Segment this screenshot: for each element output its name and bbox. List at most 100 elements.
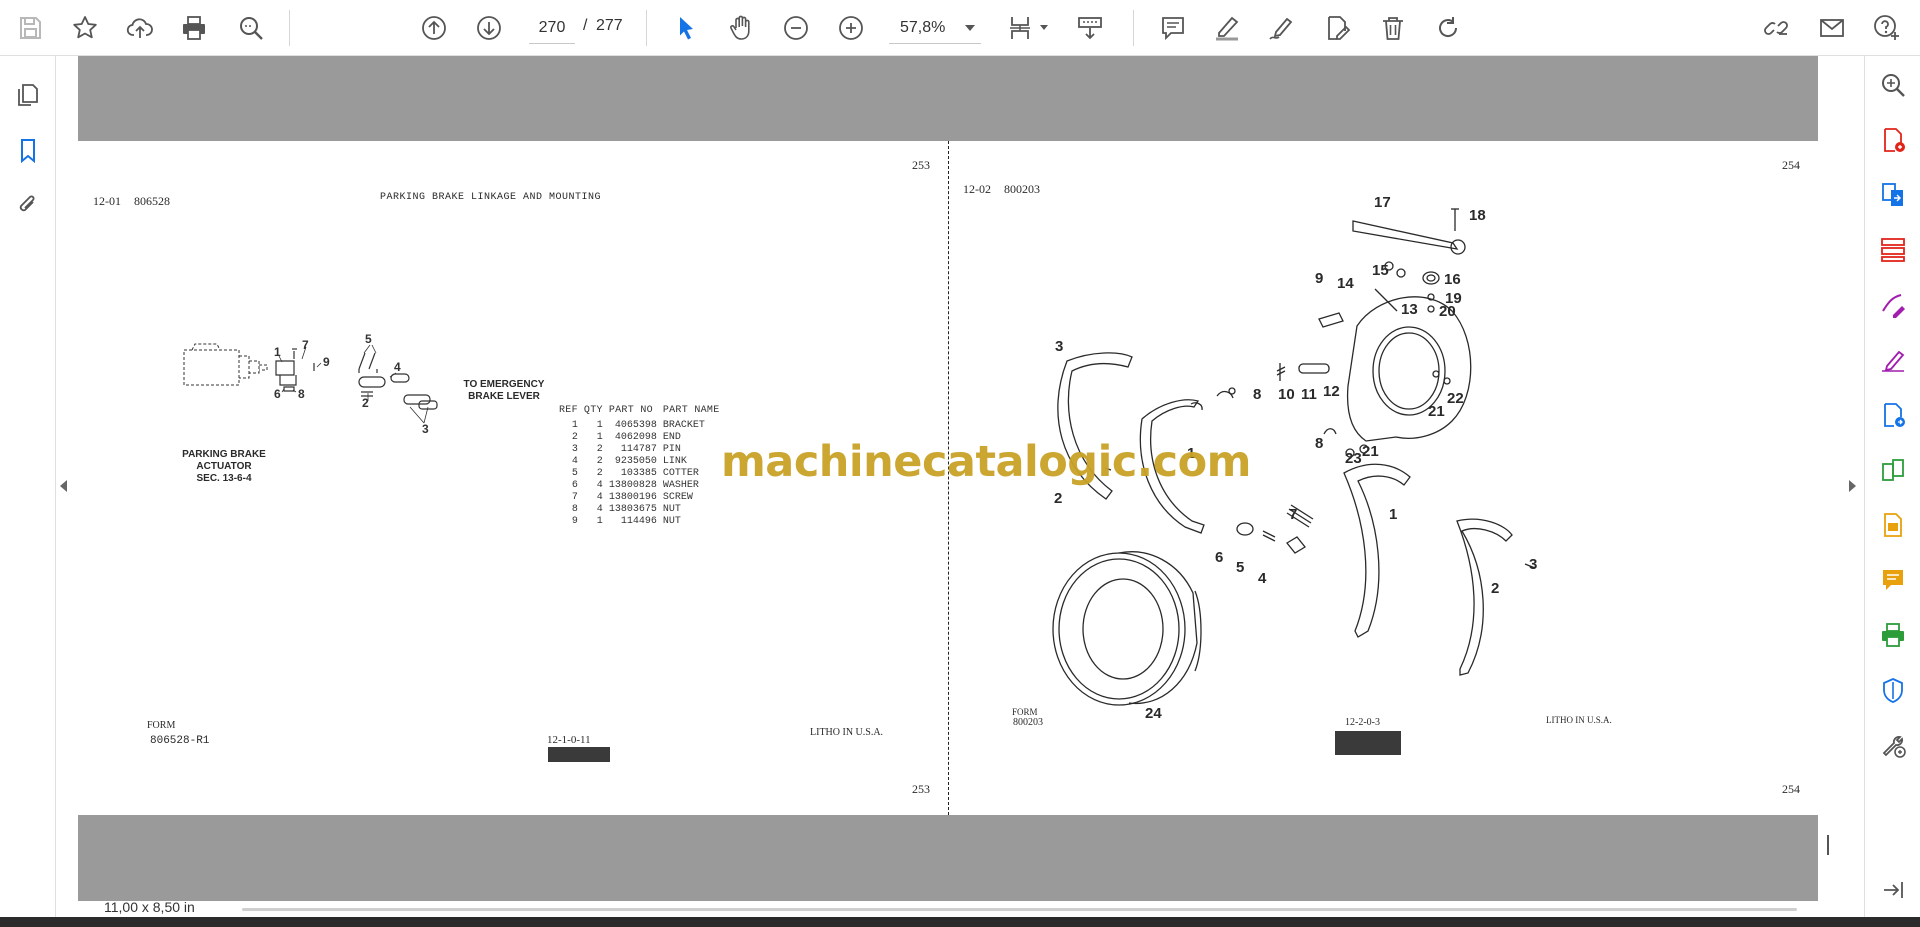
form-label: FORM <box>1012 707 1038 717</box>
cell-part-no: 13800196 <box>608 492 657 503</box>
callout-8: 8 <box>1315 435 1323 452</box>
callout-9: 9 <box>1315 270 1323 287</box>
protect-icon[interactable] <box>1875 672 1911 708</box>
delete-icon[interactable] <box>1374 9 1412 47</box>
bookmarks-icon[interactable] <box>10 132 46 168</box>
cell-part-no: 9235050 <box>614 456 657 467</box>
scan-ocr-icon[interactable] <box>1875 507 1911 543</box>
cell-part-name: NUT <box>662 504 681 515</box>
create-pdf-icon[interactable] <box>1875 122 1911 158</box>
select-cursor-icon[interactable] <box>667 9 705 47</box>
page-thumbnails-icon[interactable] <box>10 77 46 113</box>
print-production-icon[interactable] <box>1875 617 1911 653</box>
col-part-no: PART NO <box>608 405 653 416</box>
left-navigation-panel <box>0 56 56 917</box>
horizontal-scrollbar[interactable] <box>242 908 1797 911</box>
callout-22: 22 <box>1447 390 1464 407</box>
cell-ref: 9 <box>571 516 578 527</box>
organize-pages-icon[interactable] <box>1875 232 1911 268</box>
comment-panel-icon[interactable] <box>1875 562 1911 598</box>
star-icon[interactable] <box>66 9 104 47</box>
table-row: 4 2 9235050 LINK <box>559 456 726 468</box>
cell-qty: 2 <box>596 456 603 467</box>
compress-icon[interactable] <box>1875 452 1911 488</box>
more-tools-icon[interactable] <box>1875 727 1911 763</box>
export-pdf-icon[interactable] <box>1875 177 1911 213</box>
callout-4: 4 <box>1258 570 1267 587</box>
callout-14: 14 <box>1337 275 1354 292</box>
rotate-icon[interactable] <box>1429 9 1467 47</box>
draw-icon[interactable] <box>1262 9 1300 47</box>
col-ref: REF <box>559 405 578 416</box>
share-link-icon[interactable] <box>1757 9 1795 47</box>
cell-qty: 1 <box>596 432 603 443</box>
table-row: 9 1 114496 NUT <box>559 516 726 528</box>
page-spread: 253 12-01 806528 PARKING BRAKE LINKAGE A… <box>78 141 1818 815</box>
zoom-out-icon[interactable] <box>777 9 815 47</box>
fill-sign-icon[interactable] <box>1318 9 1356 47</box>
page-separator: / <box>583 17 588 34</box>
callout-20: 20 <box>1439 303 1456 320</box>
page-up-icon[interactable] <box>415 9 453 47</box>
table-row: 7 4 13800196 SCREW <box>559 492 726 504</box>
print-icon[interactable] <box>175 9 213 47</box>
document-viewport[interactable]: 253 12-01 806528 PARKING BRAKE LINKAGE A… <box>78 56 1818 901</box>
zoom-select[interactable]: 57,8% <box>889 12 981 44</box>
attachments-icon[interactable] <box>10 187 46 223</box>
col-part-name: PART NAME <box>662 405 720 416</box>
fill-and-sign-icon[interactable] <box>1875 342 1911 378</box>
page-down-icon[interactable] <box>470 9 508 47</box>
search-zoom-icon[interactable] <box>1875 67 1911 103</box>
upload-cloud-icon[interactable] <box>121 9 159 47</box>
cell-part-no: 13803675 <box>608 504 657 515</box>
cell-ref: 1 <box>571 420 578 431</box>
vertical-scrollbar[interactable] <box>1827 835 1829 855</box>
col-qty: QTY <box>583 405 603 416</box>
callout-15: 15 <box>1372 262 1389 279</box>
callout-21: 21 <box>1362 443 1379 460</box>
callout-6: 6 <box>1215 549 1223 566</box>
find-icon[interactable] <box>232 9 270 47</box>
collapse-left-panel-icon[interactable] <box>60 480 67 492</box>
section-code: 12-02 <box>963 182 991 196</box>
callout-13: 13 <box>1401 301 1418 318</box>
cell-ref: 4 <box>571 456 578 467</box>
edit-pdf-icon[interactable] <box>1875 287 1911 323</box>
cell-part-name: SCREW <box>662 492 693 503</box>
hand-icon[interactable] <box>722 9 760 47</box>
collapse-right-panel-icon[interactable] <box>1849 480 1856 492</box>
scroll-mode-icon[interactable] <box>1071 9 1109 47</box>
pdf-viewer-window: / 2 7 7 57,8% <box>0 0 1920 927</box>
highlight-icon[interactable] <box>1208 9 1246 47</box>
litho-label: LITHO IN U.S.A. <box>1546 715 1612 725</box>
callout-7: 7 <box>1289 506 1297 523</box>
cell-ref: 8 <box>571 504 578 515</box>
page-number-input[interactable] <box>529 12 575 44</box>
chevron-down-icon[interactable] <box>1040 25 1048 30</box>
callout-7: 7 <box>302 338 309 352</box>
redaction-bar <box>548 747 610 762</box>
cell-qty: 4 <box>596 492 603 503</box>
parts-list-table: REF QTY PART NO PART NAME 1 1 4065398 BRACK… <box>559 405 726 528</box>
zoom-in-icon[interactable] <box>832 9 870 47</box>
cell-part-no: 4062098 <box>614 432 657 443</box>
actuator-label: PARKING BRAKE ACTUATOR SEC. 13-6-4 <box>182 449 266 484</box>
cell-part-name: END <box>662 432 681 443</box>
page-title: PARKING BRAKE LINKAGE AND MOUNTING <box>380 192 602 203</box>
collapse-panel-icon[interactable] <box>1875 872 1911 908</box>
comment-icon[interactable] <box>1154 9 1192 47</box>
table-row: 5 2 103385 COTTER <box>559 468 726 480</box>
callout-24: 24 <box>1145 705 1162 721</box>
send-for-review-icon[interactable] <box>1875 397 1911 433</box>
callout-16: 16 <box>1444 271 1461 288</box>
save-icon[interactable] <box>11 9 49 47</box>
fit-page-icon[interactable] <box>1001 9 1039 47</box>
watermark-text: machinecatalogic.com <box>721 437 1251 487</box>
cell-part-name: LINK <box>662 456 687 467</box>
account-help-icon[interactable] <box>1868 9 1906 47</box>
callout-17: 17 <box>1374 194 1391 211</box>
email-icon[interactable] <box>1813 9 1851 47</box>
cell-qty: 1 <box>596 420 603 431</box>
form-number: 806528-R1 <box>150 735 210 747</box>
cell-part-name: COTTER <box>662 468 699 479</box>
